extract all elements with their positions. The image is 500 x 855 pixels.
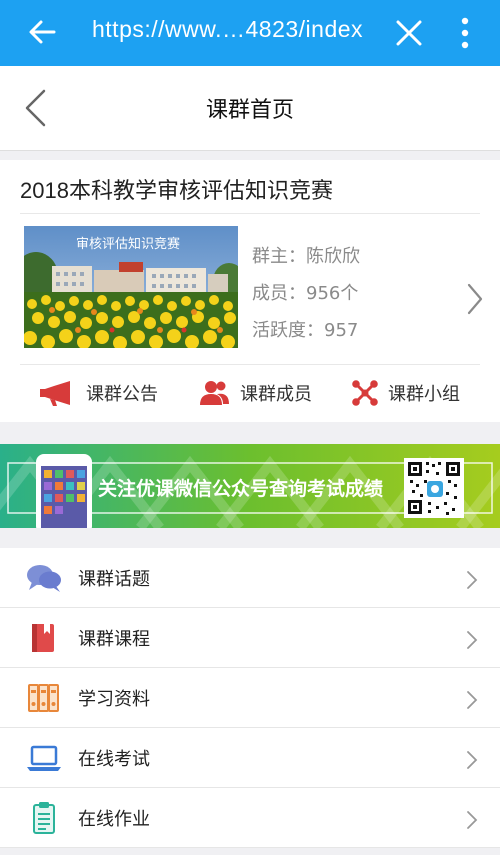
menu-item-label: 课群课程 [78, 629, 150, 650]
laptop-icon [27, 745, 61, 771]
members-button[interactable]: 课群成员 [200, 380, 312, 406]
members-icon [200, 381, 229, 405]
more-vertical-icon[interactable] [455, 16, 475, 50]
course-card: 2018本科教学审核评估知识竞赛 审核评估知识竞赛 群主：陈欣欣 成员：956个… [0, 160, 500, 422]
page-header: 课群首页 [0, 66, 500, 151]
page-title: 课群首页 [205, 98, 294, 123]
course-members: 成员：956个 [252, 283, 359, 304]
menu-list: 课群话题 课群课程 学习资料 在线考试 在线作业 [0, 548, 500, 848]
group-label: 课群小组 [388, 384, 460, 405]
course-activity: 活跃度：957 [252, 320, 359, 341]
menu-item-label: 课群话题 [78, 569, 150, 590]
qr-code-icon [404, 458, 464, 518]
chat-bubbles-icon [27, 565, 61, 592]
banner-text: 关注优课微信公众号查询考试成绩 [98, 477, 383, 500]
divider [20, 213, 480, 214]
course-actions: 课群公告 课群成员 课群小组 [0, 366, 500, 422]
members-label: 课群成员 [240, 384, 312, 405]
announcement-button[interactable]: 课群公告 [40, 380, 158, 406]
menu-item-courses[interactable]: 课群课程 [0, 608, 500, 668]
url-bar[interactable]: https://www.…4823/index [92, 16, 363, 43]
group-button[interactable]: 课群小组 [352, 380, 460, 406]
divider [20, 364, 480, 365]
megaphone-icon [40, 381, 70, 406]
announcement-label: 课群公告 [86, 384, 158, 405]
chevron-right-icon [467, 751, 478, 769]
course-cover-image[interactable]: 审核评估知识竞赛 [24, 226, 238, 348]
chevron-right-icon [467, 571, 478, 589]
menu-item-label: 在线作业 [78, 809, 150, 830]
course-title: 2018本科教学审核评估知识竞赛 [20, 178, 333, 203]
menu-item-label: 学习资料 [78, 689, 150, 710]
chevron-right-icon[interactable] [466, 282, 484, 316]
close-icon[interactable] [396, 20, 422, 46]
clipboard-icon [33, 802, 55, 834]
browser-toolbar: https://www.…4823/index [0, 0, 500, 66]
phone-icon [36, 454, 92, 528]
menu-item-homework[interactable]: 在线作业 [0, 788, 500, 848]
chevron-right-icon [467, 691, 478, 709]
menu-item-materials[interactable]: 学习资料 [0, 668, 500, 728]
menu-item-exam[interactable]: 在线考试 [0, 728, 500, 788]
chevron-right-icon [467, 811, 478, 829]
book-icon [32, 624, 54, 652]
course-owner: 群主：陈欣欣 [252, 246, 360, 267]
cover-caption: 审核评估知识竞赛 [76, 236, 180, 252]
arrow-left-icon[interactable] [28, 18, 56, 46]
menu-item-topics[interactable]: 课群话题 [0, 548, 500, 608]
chevron-right-icon [467, 631, 478, 649]
promo-banner[interactable]: 关注优课微信公众号查询考试成绩 [0, 444, 500, 528]
group-icon [352, 380, 378, 406]
binders-icon [28, 684, 59, 712]
menu-item-label: 在线考试 [78, 749, 150, 770]
course-info: 群主：陈欣欣 成员：956个 活跃度：957 [252, 238, 360, 349]
